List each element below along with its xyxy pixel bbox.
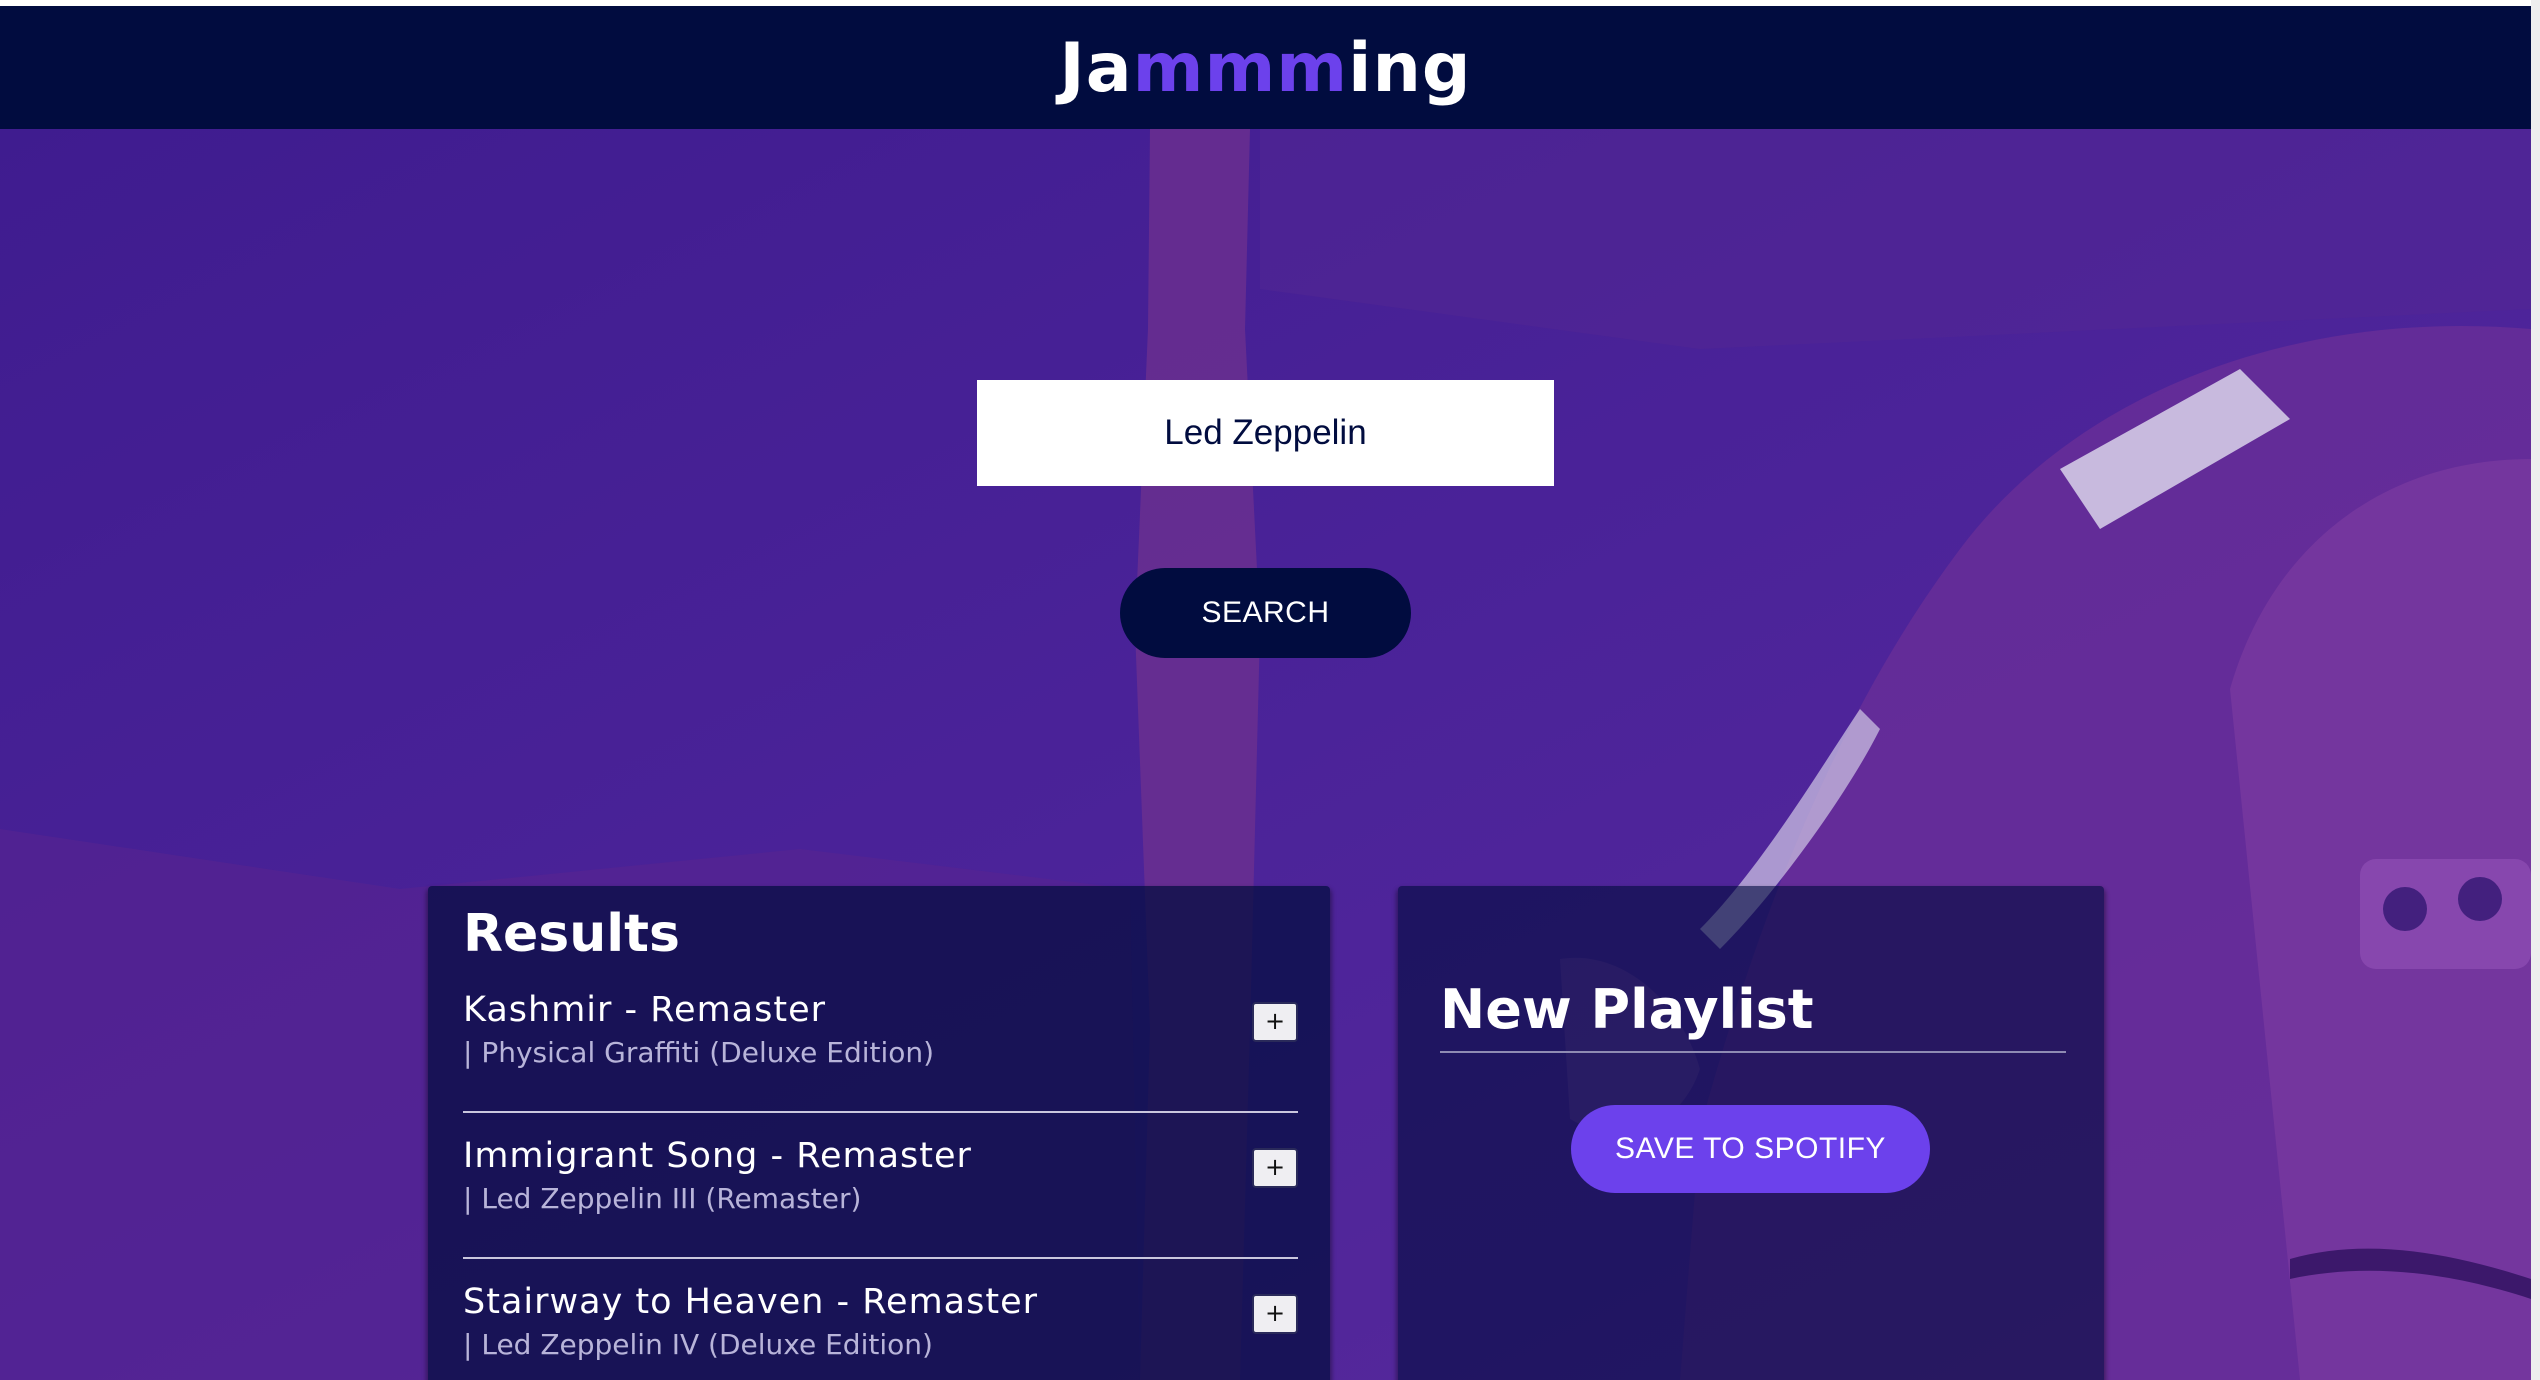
playlist-name-input[interactable]: New Playlist xyxy=(1440,978,2066,1053)
add-track-button[interactable]: + xyxy=(1252,1002,1298,1042)
playlist-panel: New Playlist SAVE TO SPOTIFY xyxy=(1398,886,2104,1380)
app-header: Jammming xyxy=(0,6,2531,129)
logo-accent: mmm xyxy=(1132,29,1349,108)
results-panel: Results Kashmir - Remaster | Physical Gr… xyxy=(428,886,1330,1380)
search-button[interactable]: SEARCH xyxy=(1120,568,1411,658)
track-album: | Led Zeppelin IV (Deluxe Edition) xyxy=(463,1328,933,1361)
track-divider xyxy=(463,1257,1298,1259)
window-scroll-edge xyxy=(2531,0,2540,1380)
track-row: Kashmir - Remaster | Physical Graffiti (… xyxy=(463,990,1298,1136)
save-button-label: SAVE TO SPOTIFY xyxy=(1615,1132,1886,1165)
add-track-button[interactable]: + xyxy=(1252,1148,1298,1188)
results-title: Results xyxy=(463,904,680,964)
track-row: Immigrant Song - Remaster | Led Zeppelin… xyxy=(463,1136,1298,1282)
track-album: | Led Zeppelin III (Remaster) xyxy=(463,1182,862,1215)
search-button-label: SEARCH xyxy=(1201,596,1330,629)
track-name: Stairway to Heaven - Remaster xyxy=(463,1282,1038,1322)
app-logo: Jammming xyxy=(1059,29,1471,108)
add-track-button[interactable]: + xyxy=(1252,1294,1298,1334)
search-input[interactable] xyxy=(977,380,1554,486)
logo-prefix: Ja xyxy=(1059,29,1133,108)
track-name: Kashmir - Remaster xyxy=(463,990,826,1030)
track-divider xyxy=(463,1111,1298,1113)
logo-suffix: ing xyxy=(1348,29,1472,108)
track-row: Stairway to Heaven - Remaster | Led Zepp… xyxy=(463,1282,1298,1380)
track-album: | Physical Graffiti (Deluxe Edition) xyxy=(463,1036,935,1069)
save-to-spotify-button[interactable]: SAVE TO SPOTIFY xyxy=(1571,1105,1930,1193)
track-name: Immigrant Song - Remaster xyxy=(463,1136,972,1176)
app-window: Jammming SEARCH Results Kashmir - Remast… xyxy=(0,0,2540,1380)
